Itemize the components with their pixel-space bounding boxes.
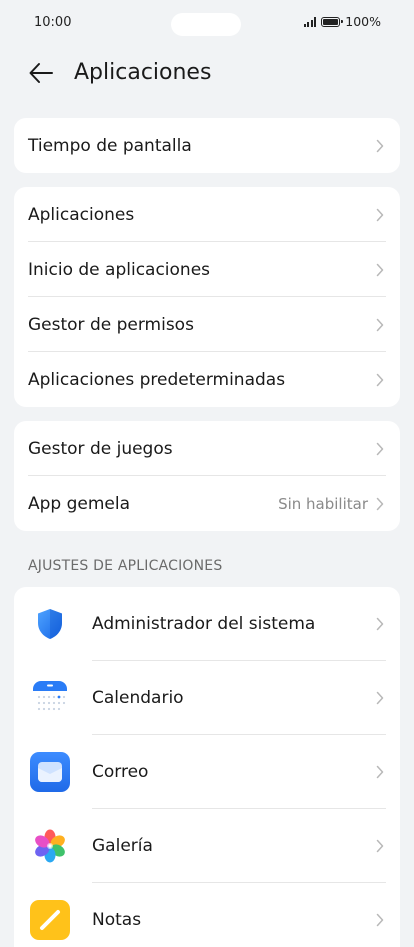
row-default-apps[interactable]: Aplicaciones predeterminadas (14, 352, 400, 407)
chevron-right-icon (376, 913, 384, 927)
battery-level: 100% (345, 14, 381, 29)
status-indicators: 100% (303, 14, 381, 29)
status-bar: 10:00 100% (0, 0, 414, 46)
chevron-right-icon (376, 497, 384, 510)
app-label: Calendario (92, 688, 184, 708)
app-row-gallery[interactable]: Galería (14, 809, 400, 883)
app-row-system-manager[interactable]: Administrador del sistema (14, 587, 400, 661)
row-label: Aplicaciones (28, 204, 135, 225)
app-label: Administrador del sistema (92, 614, 316, 634)
app-row-notes[interactable]: Notas (14, 883, 400, 947)
mail-icon (30, 752, 70, 792)
row-label: Inicio de aplicaciones (28, 259, 211, 280)
row-label: Gestor de permisos (28, 314, 194, 335)
row-apps[interactable]: Aplicaciones (14, 187, 400, 242)
chevron-right-icon (376, 691, 384, 705)
chevron-right-icon (376, 442, 384, 455)
chevron-right-icon (376, 263, 384, 276)
app-settings-list: Administrador del sistema Calendario Cor… (14, 587, 400, 947)
chevron-right-icon (376, 373, 384, 386)
shield-icon (38, 609, 62, 639)
row-app-launch[interactable]: Inicio de aplicaciones (14, 242, 400, 297)
settings-group-3: Gestor de juegos App gemela Sin habilita… (14, 421, 400, 531)
app-label: Galería (92, 836, 153, 856)
row-label: Aplicaciones predeterminadas (28, 369, 286, 390)
app-label: Correo (92, 762, 149, 782)
status-time: 10:00 (34, 15, 72, 30)
settings-group-1: Tiempo de pantalla (14, 118, 400, 173)
signal-icon (303, 16, 317, 27)
page-title: Aplicaciones (74, 60, 212, 85)
app-row-mail[interactable]: Correo (14, 735, 400, 809)
camera-pill (171, 13, 241, 36)
row-value: Sin habilitar (278, 494, 368, 513)
app-row-calendar[interactable]: Calendario (14, 661, 400, 735)
gallery-icon (35, 829, 65, 863)
chevron-right-icon (376, 318, 384, 331)
calendar-icon (33, 681, 67, 715)
row-screen-time[interactable]: Tiempo de pantalla (14, 118, 400, 173)
chevron-right-icon (376, 617, 384, 631)
chevron-right-icon (376, 839, 384, 853)
section-header: AJUSTES DE APLICACIONES (28, 558, 223, 574)
chevron-right-icon (376, 208, 384, 221)
row-label: App gemela (28, 493, 131, 514)
header: Aplicaciones (0, 52, 414, 94)
row-game-manager[interactable]: Gestor de juegos (14, 421, 400, 476)
row-permission-manager[interactable]: Gestor de permisos (14, 297, 400, 352)
chevron-right-icon (376, 765, 384, 779)
app-label: Notas (92, 910, 142, 930)
row-label: Gestor de juegos (28, 438, 173, 459)
chevron-right-icon (376, 139, 384, 152)
battery-icon (321, 16, 343, 27)
settings-group-2: Aplicaciones Inicio de aplicaciones Gest… (14, 187, 400, 407)
back-arrow-icon[interactable] (26, 58, 56, 88)
row-label: Tiempo de pantalla (28, 135, 192, 156)
row-app-twin[interactable]: App gemela Sin habilitar (14, 476, 400, 531)
notes-icon (30, 900, 70, 940)
